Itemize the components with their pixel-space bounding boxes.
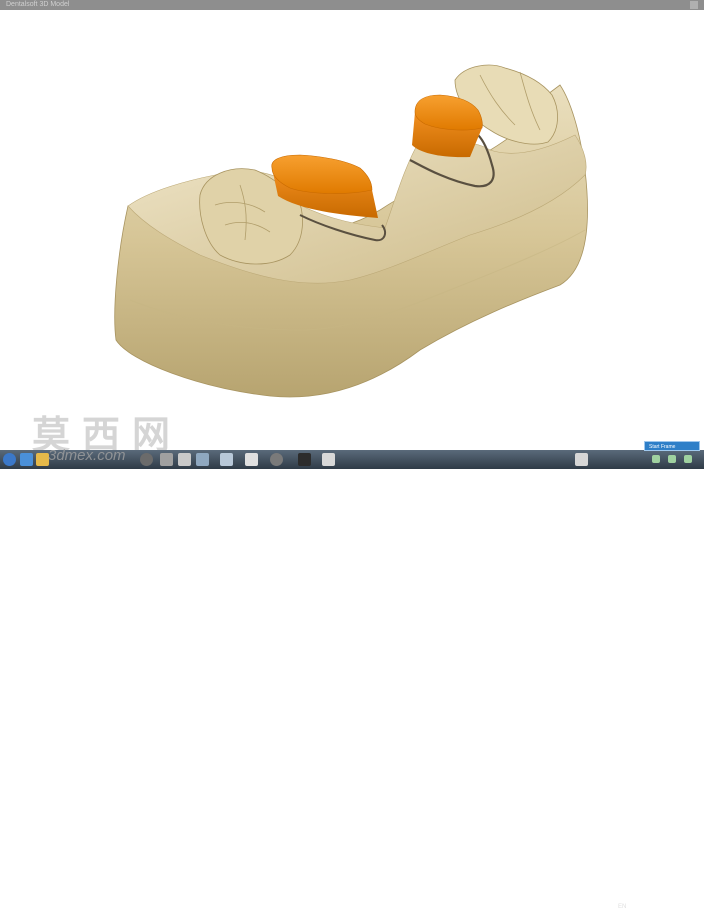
- language-indicator[interactable]: EN: [618, 904, 626, 910]
- notification-popup[interactable]: Start Frame: [644, 441, 700, 451]
- 3d-viewport[interactable]: [0, 10, 704, 450]
- window-titlebar: Dentalsoft 3D Model: [0, 0, 704, 10]
- app-icon-1[interactable]: [160, 453, 173, 466]
- ie-icon[interactable]: [20, 453, 33, 466]
- start-icon[interactable]: [3, 453, 16, 466]
- close-icon[interactable]: [690, 1, 698, 9]
- app-icon-3[interactable]: [196, 453, 209, 466]
- app-icon-2[interactable]: [178, 453, 191, 466]
- app-icon-12[interactable]: [684, 455, 692, 463]
- app-icon-4[interactable]: [220, 453, 233, 466]
- media-icon[interactable]: [140, 453, 153, 466]
- app-icon-5[interactable]: [245, 453, 258, 466]
- app-icon-8[interactable]: [322, 453, 335, 466]
- app-icon-11[interactable]: [668, 455, 676, 463]
- app-icon-6[interactable]: [270, 453, 283, 466]
- window-title: Dentalsoft 3D Model: [6, 1, 70, 8]
- app-icon-10[interactable]: [652, 455, 660, 463]
- app-icon-9[interactable]: [575, 453, 588, 466]
- app-icon-7[interactable]: [298, 453, 311, 466]
- dental-model-render[interactable]: [0, 10, 704, 450]
- watermark-site: 3dmex.com: [48, 447, 126, 464]
